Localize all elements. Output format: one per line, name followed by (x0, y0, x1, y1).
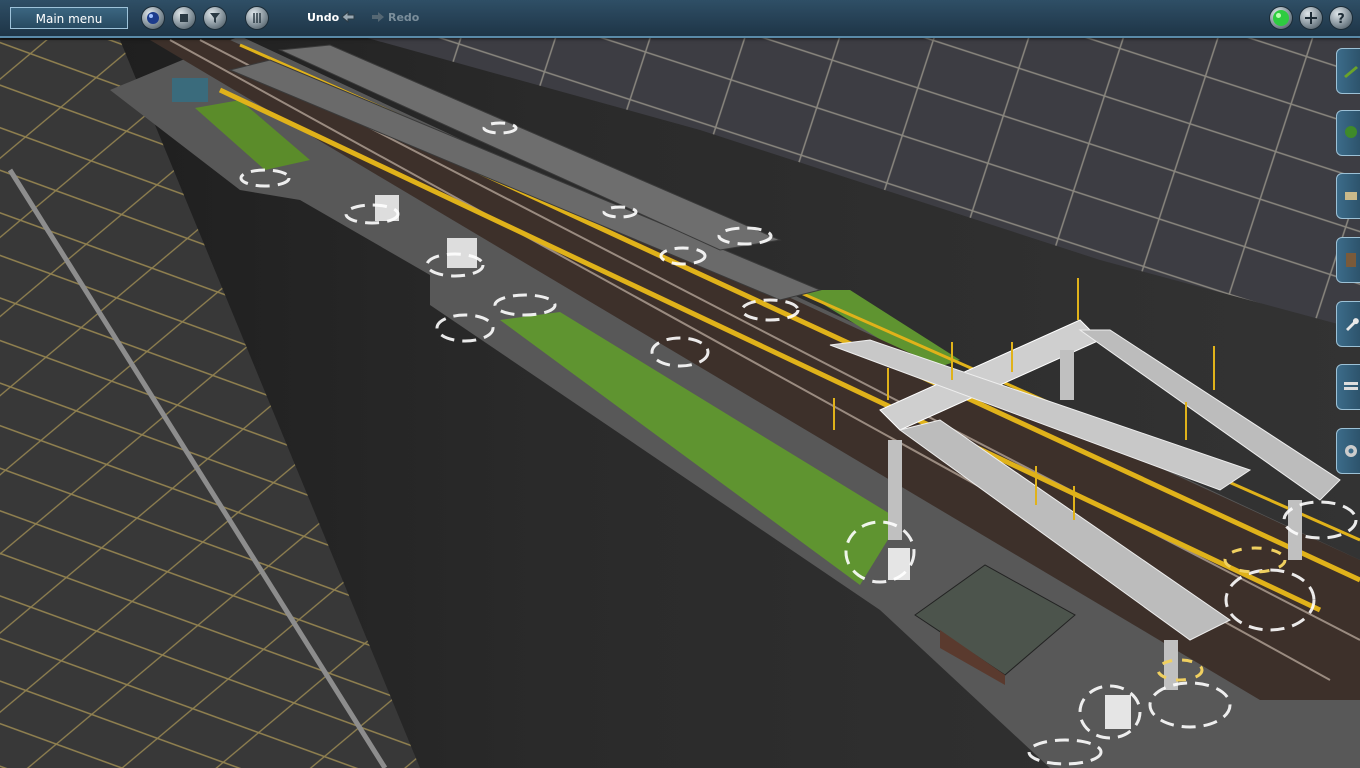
undo-arrow-icon[interactable] (340, 9, 356, 25)
palette-layers-tool[interactable] (1336, 237, 1360, 283)
redo-button[interactable]: Redo (388, 11, 419, 24)
palette-stack-tool[interactable] (1336, 364, 1360, 410)
filter-button[interactable] (204, 7, 226, 29)
status-light-button[interactable] (1270, 7, 1292, 29)
help-button[interactable]: ? (1330, 7, 1352, 29)
stack-tool-icon (1344, 382, 1358, 390)
redo-arrow-icon[interactable] (370, 9, 386, 25)
palette-object-tool[interactable] (1336, 173, 1360, 219)
wrench-tool-icon (1346, 318, 1359, 331)
svg-text:?: ? (1337, 12, 1345, 27)
add-icon (1305, 12, 1317, 24)
palette-scenery-tool[interactable] (1336, 110, 1360, 156)
undo-button[interactable]: Undo (307, 11, 339, 24)
status-light-icon (1273, 10, 1289, 26)
top-toolbar: Main menu Undo Redo ? (0, 0, 1360, 38)
stop-icon (180, 14, 188, 22)
scenery-tool-icon (1345, 126, 1357, 138)
3d-viewport[interactable] (0, 0, 1360, 768)
planet-icon (147, 12, 159, 24)
help-icon: ? (1337, 12, 1345, 27)
palette-settings-tool[interactable] (1336, 428, 1360, 474)
object-tool-icon (1345, 192, 1357, 200)
layers-tool-icon (1346, 253, 1356, 267)
grid-button[interactable] (246, 7, 268, 29)
palette-wrench-tool[interactable] (1336, 301, 1360, 347)
filter-icon (210, 13, 220, 23)
add-button[interactable] (1300, 7, 1322, 29)
stop-button[interactable] (173, 7, 195, 29)
settings-tool-icon (1345, 445, 1357, 457)
grid-icon (253, 13, 261, 23)
palette-track-tool[interactable] (1336, 48, 1360, 94)
track-tool-icon (1344, 66, 1358, 78)
main-menu-button[interactable]: Main menu (10, 7, 128, 29)
planet-button[interactable] (142, 7, 164, 29)
